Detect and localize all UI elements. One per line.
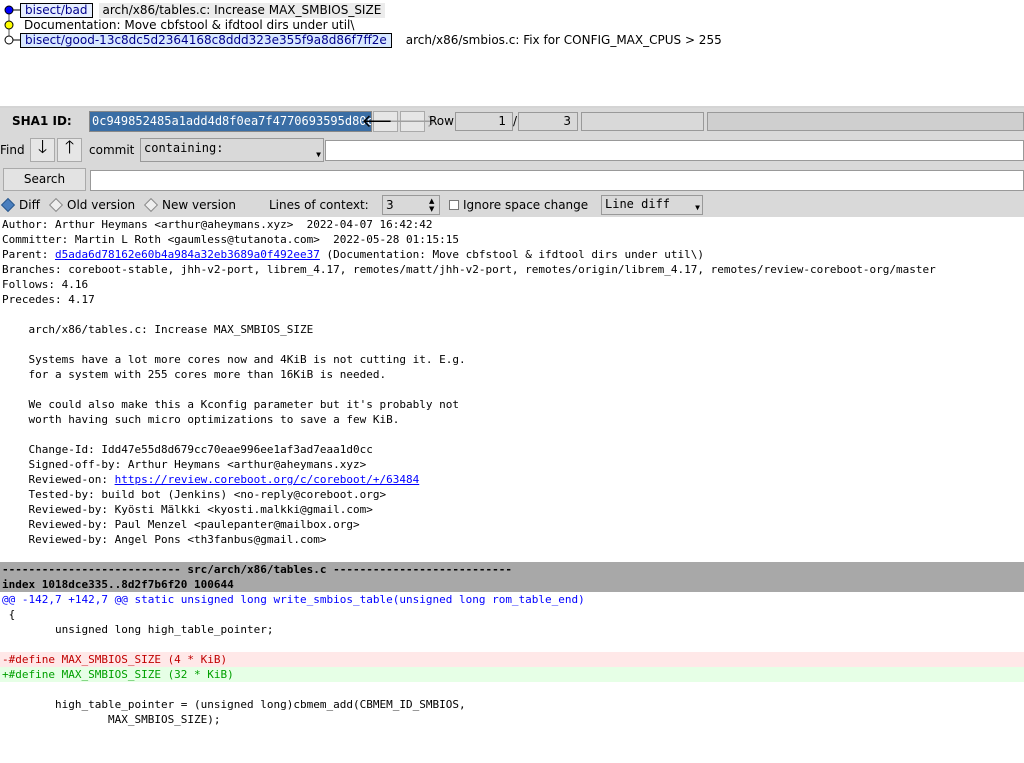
chevron-down-icon: ▼ bbox=[695, 203, 700, 212]
parent-prefix: Parent: bbox=[2, 248, 55, 261]
new-version-radio[interactable]: New version bbox=[143, 197, 236, 213]
find-prev-button[interactable]: 🡑 bbox=[57, 137, 82, 162]
context-line: MAX_SMBIOS_SIZE); bbox=[2, 713, 221, 726]
hunk-header: @@ -142,7 +142,7 @@ static unsigned long… bbox=[2, 593, 585, 606]
sha-label: SHA1 ID: bbox=[12, 114, 72, 128]
message-line: Systems have a lot more cores now and 4K… bbox=[2, 353, 466, 366]
spin-arrows-icon[interactable]: ▲ ▼ bbox=[429, 197, 438, 213]
commit-node-bad bbox=[4, 5, 14, 15]
meta-line: Branches: coreboot-stable, jhh-v2-port, … bbox=[2, 263, 936, 276]
row-status bbox=[581, 112, 704, 131]
context-line bbox=[0, 637, 1024, 652]
find-toolbar: Find 🡓 🡑 commit containing: ▼ bbox=[0, 135, 1024, 165]
header-line: Committer: Martin L Roth <gaumless@tutan… bbox=[2, 233, 459, 246]
radio-icon bbox=[48, 197, 64, 213]
context-line: { bbox=[2, 608, 16, 621]
checkbox-icon bbox=[449, 200, 459, 210]
row-total: 3 bbox=[518, 112, 578, 131]
commit-node bbox=[4, 20, 14, 30]
find-mode-value: containing: bbox=[144, 141, 224, 155]
search-input[interactable] bbox=[90, 170, 1024, 191]
message-line bbox=[0, 382, 1024, 397]
find-next-button[interactable]: 🡓 bbox=[30, 137, 55, 162]
radio-selected-icon bbox=[0, 197, 16, 213]
old-version-radio[interactable]: Old version bbox=[48, 197, 136, 213]
message-line: Change-Id: Idd47e55d8d679cc70eae996ee1af… bbox=[2, 443, 373, 456]
reviewed-on-line: Reviewed-on: https://review.coreboot.org… bbox=[0, 472, 1024, 487]
context-label: Lines of context: bbox=[269, 198, 369, 212]
find-type-label: commit bbox=[89, 143, 135, 157]
sha-toolbar: SHA1 ID: 0c949852485a1add4d8f0ea7f477069… bbox=[0, 108, 1024, 135]
commit-message[interactable]: Documentation: Move cbfstool & ifdtool d… bbox=[20, 18, 358, 33]
message-line: We could also make this a Kconfig parame… bbox=[2, 398, 459, 411]
radio-icon bbox=[143, 197, 159, 213]
commit-row[interactable]: bisect/bad arch/x86/tables.c: Increase M… bbox=[20, 3, 386, 18]
new-version-label: New version bbox=[162, 198, 236, 212]
arrow-up-icon: 🡑 bbox=[64, 137, 75, 158]
reviewed-prefix: Reviewed-on: bbox=[2, 473, 115, 486]
row-current: 1 bbox=[455, 112, 513, 131]
diff-options: Diff Old version New version Lines of co… bbox=[0, 193, 1024, 217]
message-line: arch/x86/tables.c: Increase MAX_SMBIOS_S… bbox=[2, 323, 314, 336]
commit-row[interactable]: bisect/good-13c8dc5d2364168c8ddd323e355f… bbox=[20, 33, 726, 48]
context-line: unsigned long high_table_pointer; bbox=[2, 623, 274, 636]
index-line: index 1018dce335..8d2f7b6f20 100644 bbox=[0, 577, 1024, 592]
trailer-line: Tested-by: build bot (Jenkins) <no-reply… bbox=[2, 488, 387, 501]
chevron-down-icon: ▼ bbox=[316, 150, 321, 159]
arrow-down-icon: 🡓 bbox=[37, 137, 48, 158]
forward-button[interactable]: 🡒 bbox=[388, 111, 437, 132]
diff-mode-select[interactable]: Line diff ▼ bbox=[601, 195, 703, 215]
context-spinbox[interactable]: 3 ▲ ▼ bbox=[382, 195, 440, 215]
context-line bbox=[0, 682, 1024, 697]
header-line: Author: Arthur Heymans <arthur@aheymans.… bbox=[2, 218, 433, 231]
parent-suffix: (Documentation: Move cbfstool & ifdtool … bbox=[319, 248, 705, 261]
row-label: Row bbox=[429, 114, 454, 128]
ref-tag[interactable]: bisect/good-13c8dc5d2364168c8ddd323e355f… bbox=[20, 33, 392, 48]
message-line bbox=[0, 337, 1024, 352]
commit-node-good bbox=[4, 35, 14, 45]
sha-input[interactable]: 0c949852485a1add4d8f0ea7f4770693595d80c5 bbox=[89, 111, 372, 132]
diff-radio[interactable]: Diff bbox=[0, 197, 40, 213]
message-line: Signed-off-by: Arthur Heymans <arthur@ah… bbox=[2, 458, 367, 471]
commit-graph[interactable]: bisect/bad arch/x86/tables.c: Increase M… bbox=[0, 0, 1024, 105]
message-line bbox=[0, 307, 1024, 322]
added-line: +#define MAX_SMBIOS_SIZE (32 * KiB) bbox=[0, 667, 1024, 682]
meta-line: Follows: 4.16 bbox=[2, 278, 89, 291]
context-value: 3 bbox=[386, 198, 394, 212]
ignore-space-checkbox[interactable]: Ignore space change bbox=[449, 198, 588, 212]
message-line: for a system with 255 cores more than 16… bbox=[2, 368, 387, 381]
trailer-line bbox=[0, 547, 1024, 562]
row-separator: / bbox=[513, 114, 518, 128]
parent-link[interactable]: d5ada6d78162e60b4a984a32eb3689a0f492ee37 bbox=[55, 248, 320, 261]
commit-message[interactable]: arch/x86/tables.c: Increase MAX_SMBIOS_S… bbox=[98, 3, 386, 18]
find-input[interactable] bbox=[325, 140, 1024, 161]
context-line: high_table_pointer = (unsigned long)cbme… bbox=[2, 698, 466, 711]
graph-lines bbox=[4, 5, 20, 45]
diff-mode-value: Line diff bbox=[605, 197, 671, 211]
message-line: worth having such micro optimizations to… bbox=[2, 413, 400, 426]
find-label: Find bbox=[0, 143, 25, 157]
ref-tag[interactable]: bisect/bad bbox=[20, 3, 93, 18]
file-header: --------------------------- src/arch/x86… bbox=[0, 562, 1024, 577]
search-toolbar: Search bbox=[0, 165, 1024, 193]
trailer-line: Reviewed-by: Paul Menzel <paulepanter@ma… bbox=[2, 518, 360, 531]
removed-line: -#define MAX_SMBIOS_SIZE (4 * KiB) bbox=[0, 652, 1024, 667]
trailer-line: Reviewed-by: Kyösti Mälkki <kyosti.malkk… bbox=[2, 503, 373, 516]
find-mode-select[interactable]: containing: ▼ bbox=[140, 138, 324, 162]
commit-row[interactable]: Documentation: Move cbfstool & ifdtool d… bbox=[20, 18, 358, 33]
commit-detail[interactable]: Author: Arthur Heymans <arthur@aheymans.… bbox=[0, 217, 1024, 763]
ignore-space-label: Ignore space change bbox=[463, 198, 589, 212]
trailer-line: Reviewed-by: Angel Pons <th3fanbus@gmail… bbox=[2, 533, 327, 546]
search-button[interactable]: Search bbox=[3, 168, 86, 191]
parent-line: Parent: d5ada6d78162e60b4a984a32eb3689a0… bbox=[0, 247, 1024, 262]
message-line bbox=[0, 427, 1024, 442]
commit-message[interactable]: arch/x86/smbios.c: Fix for CONFIG_MAX_CP… bbox=[402, 33, 726, 48]
diff-radio-label: Diff bbox=[19, 198, 40, 212]
review-link[interactable]: https://review.coreboot.org/c/coreboot/+… bbox=[115, 473, 420, 486]
meta-line: Precedes: 4.17 bbox=[2, 293, 95, 306]
old-version-label: Old version bbox=[67, 198, 136, 212]
progress-bar bbox=[707, 112, 1024, 131]
